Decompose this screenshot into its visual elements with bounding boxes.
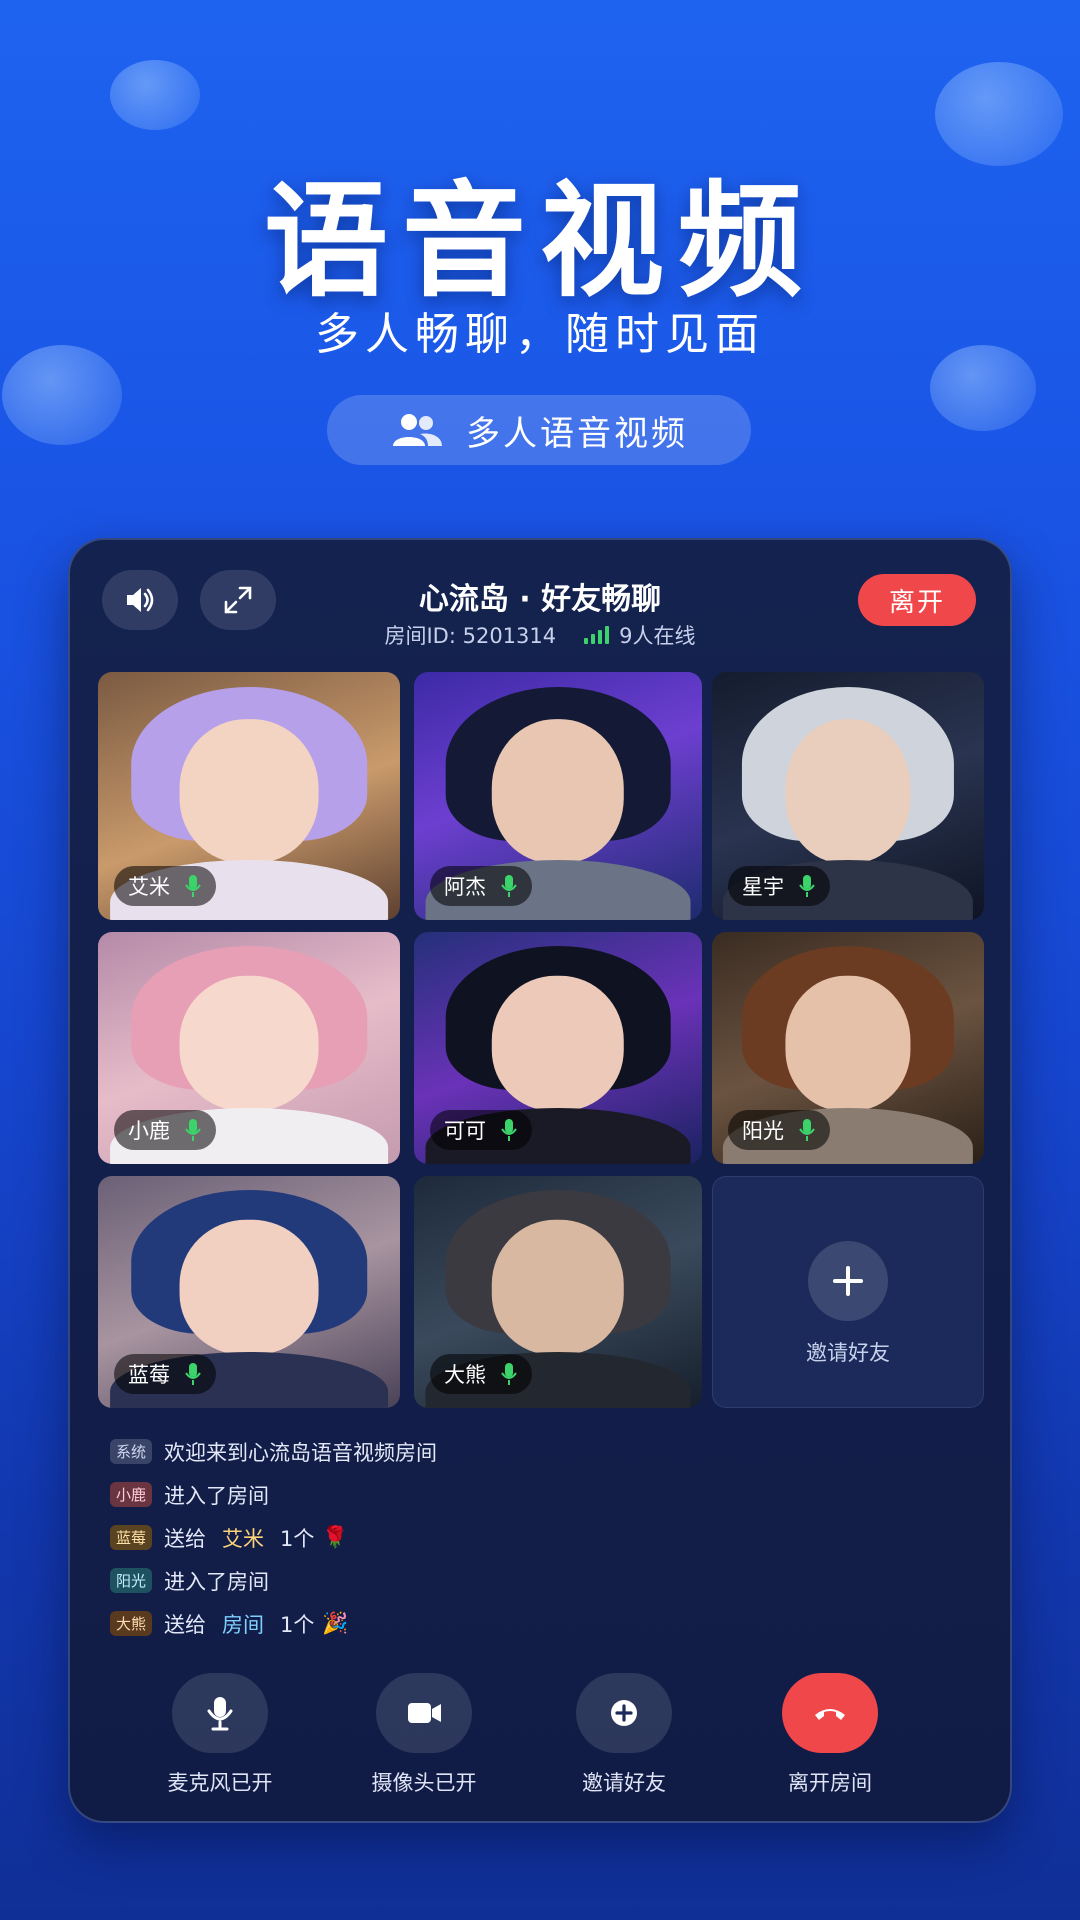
chat-message: 系统 欢迎来到心流岛语音视频房间 [110,1430,437,1473]
leave-button[interactable]: 离开 [858,574,976,626]
participant-name: 小鹿 [128,1119,170,1143]
microphone-icon [799,875,815,897]
hero-pill-label: 多人语音视频 [466,413,688,454]
microphone-icon [501,1363,517,1385]
participant-name: 蓝莓 [128,1363,170,1387]
chat-feed: 系统 欢迎来到心流岛语音视频房间 小鹿 进入了房间 蓝莓 送给 艾米 1个 🌹 … [110,1430,437,1645]
participant-tile[interactable]: 阿杰 [414,672,702,920]
participant-tile[interactable]: 可可 [414,932,702,1164]
invite-friend-button[interactable] [576,1673,672,1753]
participant-tile[interactable]: 蓝莓 [98,1176,400,1408]
camera-toggle-control[interactable]: 摄像头已开 [344,1673,504,1797]
hero-feature-pill: 多人语音视频 [327,395,751,465]
chat-user-tag: 大熊 [110,1611,153,1636]
signal-icon [584,626,610,644]
chat-message: 大熊 送给 房间 1个 🎉 [110,1602,437,1645]
participant-name: 星宇 [742,875,784,899]
participant-name: 阳光 [742,1119,784,1143]
hero-title: 语音视频 [263,170,816,314]
participant-tile[interactable]: 阳光 [712,932,984,1164]
decor-bubble [110,60,200,130]
chat-user-tag: 系统 [110,1439,153,1464]
microphone-icon [501,1119,517,1141]
plus-icon [808,1241,888,1321]
hang-up-icon [815,1709,845,1720]
participant-name-tag: 阿杰 [430,866,532,906]
microphone-icon [185,1119,201,1141]
participant-tile[interactable]: 小鹿 [98,932,400,1164]
participant-name-tag: 艾米 [114,866,216,906]
leave-room-label: 离开房间 [788,1771,872,1795]
participant-name-tag: 蓝莓 [114,1354,216,1394]
microphone-icon [799,1119,815,1141]
participant-name-tag: 大熊 [430,1354,532,1394]
microphone-icon [207,1697,233,1731]
chat-message: 蓝莓 送给 艾米 1个 🌹 [110,1516,437,1559]
hero-subtitle: 多人畅聊，随时见面 [315,309,765,360]
invite-friend-label: 邀请好友 [806,1341,890,1365]
chat-message: 小鹿 进入了房间 [110,1473,437,1516]
users-icon [393,414,442,446]
participant-tile[interactable]: 星宇 [712,672,984,920]
participant-name-tag: 阳光 [728,1110,830,1150]
microphone-icon [185,1363,201,1385]
participant-name-tag: 小鹿 [114,1110,216,1150]
participant-tile[interactable]: 大熊 [414,1176,702,1408]
participant-name: 阿杰 [444,875,486,899]
camera-toggle-button[interactable] [376,1673,472,1753]
invite-friend-tile[interactable]: 邀请好友 [712,1176,984,1408]
room-meta: 房间ID: 5201314 9人在线 [70,620,1010,650]
chat-text: 进入了房间 [164,1569,270,1594]
camera-toggle-label: 摄像头已开 [371,1771,477,1795]
participant-name: 艾米 [128,875,170,899]
chat-message: 阳光 进入了房间 [110,1559,437,1602]
camera-icon [408,1703,441,1723]
chat-target: 房间 [222,1612,265,1637]
microphone-icon [185,875,201,897]
plus-circle-icon [611,1700,637,1726]
chat-text: 欢迎来到心流岛语音视频房间 [164,1440,438,1465]
video-room-panel: 心流岛 · 好友畅聊 房间ID: 5201314 9人在线 离开 艾米 阿杰 星… [68,538,1012,1823]
participant-name-tag: 星宇 [728,866,830,906]
microphone-icon [501,875,517,897]
chat-verb: 送给 [164,1526,207,1551]
mic-toggle-label: 麦克风已开 [167,1771,273,1795]
chat-verb: 送给 [164,1612,207,1637]
chat-user-tag: 蓝莓 [110,1525,153,1550]
mic-toggle-button[interactable] [172,1673,268,1753]
mic-toggle-control[interactable]: 麦克风已开 [140,1673,300,1797]
chat-count: 1个 [280,1612,315,1637]
online-count: 9人在线 [619,624,696,648]
leave-room-control[interactable]: 离开房间 [750,1673,910,1797]
invite-friend-control-label: 邀请好友 [582,1771,666,1795]
participant-tile[interactable]: 艾米 [98,672,400,920]
chat-count: 1个 [280,1526,315,1551]
chat-text: 进入了房间 [164,1483,270,1508]
chat-user-tag: 阳光 [110,1568,153,1593]
participant-name-tag: 可可 [430,1110,532,1150]
rose-gift-icon: 🌹 [322,1525,349,1549]
participant-name: 可可 [444,1119,486,1143]
invite-friend-control[interactable]: 邀请好友 [544,1673,704,1797]
room-id: 房间ID: 5201314 [384,624,557,648]
participant-name: 大熊 [444,1363,486,1387]
party-gift-icon: 🎉 [322,1611,349,1635]
chat-user-tag: 小鹿 [110,1482,153,1507]
chat-target: 艾米 [222,1526,265,1551]
leave-room-button[interactable] [782,1673,878,1753]
